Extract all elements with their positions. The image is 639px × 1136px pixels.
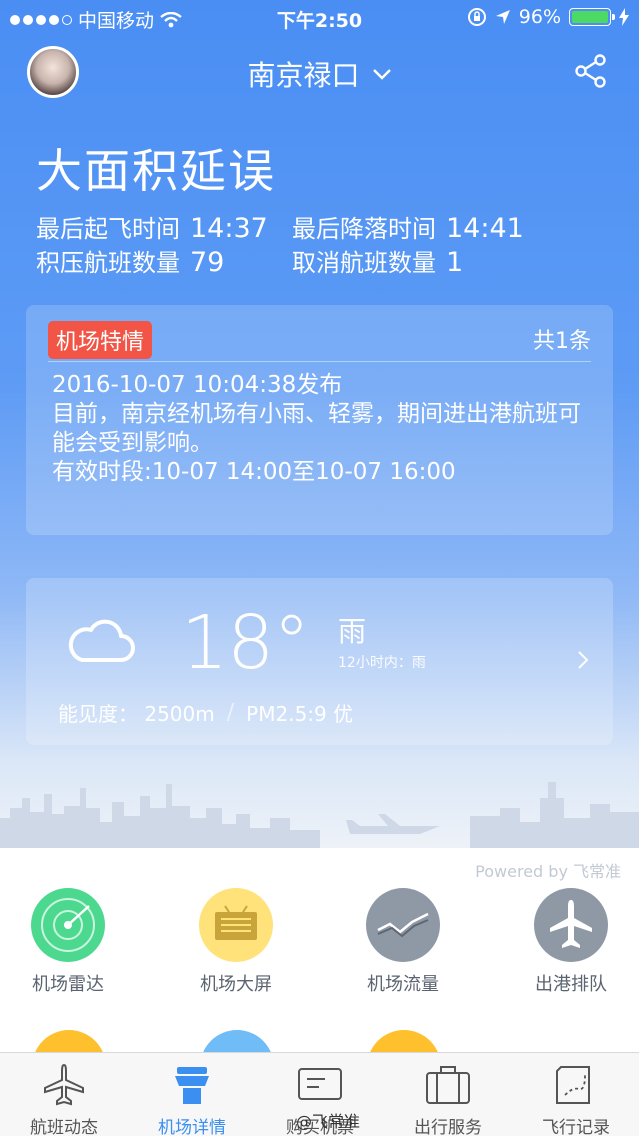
weather-card[interactable]: 18° 雨 12小时内：雨 能见度： 2500m ∕ PM2.5:9 优 — [26, 578, 613, 745]
last-landing-stat: 最后降落时间 14:41 — [292, 212, 524, 246]
chevron-right-icon — [578, 651, 589, 669]
last-takeoff-value: 14:37 — [190, 213, 268, 244]
air-quality: PM2.5:9 优 — [246, 702, 354, 726]
last-landing-value: 14:41 — [446, 213, 524, 244]
delay-status-headline: 大面积延误 — [36, 144, 276, 198]
function-airport-radar[interactable]: 机场雷达 — [8, 888, 128, 996]
tab-label: 飞行记录 — [542, 1118, 610, 1136]
watermark: @飞常准 — [296, 1112, 361, 1131]
tab-label: 出行服务 — [414, 1118, 482, 1136]
notice-count: 共1条 — [533, 329, 591, 354]
control-tower-icon — [175, 1067, 209, 1104]
charging-icon — [619, 8, 629, 26]
cancelled-stat: 取消航班数量 1 — [292, 246, 463, 280]
backlog-label: 积压航班数量 — [36, 249, 180, 277]
chevron-down-icon — [372, 69, 391, 80]
route-map-icon — [556, 1066, 590, 1104]
function-departure-queue[interactable]: 出港排队 — [511, 888, 631, 996]
function-label: 机场流量 — [367, 974, 439, 995]
suitcase-icon — [426, 1066, 470, 1104]
board-icon — [199, 888, 273, 962]
plane-queue-icon — [534, 888, 608, 962]
cancelled-label: 取消航班数量 — [292, 249, 436, 277]
powered-by-label: Powered by 飞常准 — [475, 862, 621, 881]
separator: ∕ — [226, 700, 235, 725]
temperature: 18° — [181, 600, 310, 686]
weather-forecast: 12小时内：雨 — [338, 655, 426, 671]
airport-hero: 中国移动 下午2:50 96% 南京禄口 大面积延误 最后起飞时间 14:37 … — [0, 0, 639, 848]
tab-label: 机场详情 — [158, 1118, 226, 1136]
weather-condition: 雨 — [338, 615, 367, 648]
notice-valid-period: 有效时段:10-07 14:00至10-07 16:00 — [52, 459, 456, 485]
function-label: 机场雷达 — [32, 974, 104, 995]
airport-selector[interactable]: 南京禄口 — [247, 54, 391, 94]
function-airport-board[interactable]: 机场大屏 — [176, 888, 296, 996]
notice-tag: 机场特情 — [48, 321, 153, 359]
status-bar: 中国移动 下午2:50 96% — [0, 0, 639, 36]
last-takeoff-stat: 最后起飞时间 14:37 — [36, 212, 268, 246]
cloud-icon — [68, 619, 135, 662]
notice-body: 2016-10-07 10:04:38发布 目前，南京经机场有小雨、轻雾，期间进… — [52, 371, 597, 487]
cancelled-value: 1 — [446, 247, 464, 278]
last-takeoff-label: 最后起飞时间 — [36, 215, 180, 243]
airport-functions-grid: Powered by 飞常准 机场雷达 机场大屏 机场流量 出港排队 — [0, 848, 639, 1104]
radar-icon — [31, 888, 105, 962]
tab-airport-details[interactable]: 机场详情 — [128, 1053, 256, 1136]
notice-divider — [48, 361, 591, 362]
notice-published-time: 2016-10-07 10:04:38发布 — [52, 372, 343, 398]
function-label: 机场大屏 — [200, 974, 272, 995]
city-skyline-illustration — [0, 782, 639, 848]
function-label: 出港排队 — [535, 974, 607, 995]
plane-icon — [44, 1063, 84, 1106]
last-landing-label: 最后降落时间 — [292, 215, 436, 243]
airport-notice-card[interactable]: 机场特情 共1条 2016-10-07 10:04:38发布 目前，南京经机场有… — [26, 305, 613, 535]
traffic-chart-icon — [366, 888, 440, 962]
ticket-icon — [298, 1068, 342, 1100]
battery-percent: 96% — [518, 6, 561, 28]
backlog-value: 79 — [190, 247, 225, 278]
battery-icon — [569, 8, 615, 26]
notice-content: 目前，南京经机场有小雨、轻雾，期间进出港航班可能会受到影响。 — [52, 401, 581, 456]
visibility: 能见度： 2500m — [58, 702, 215, 726]
tab-flight-status[interactable]: 航班动态 — [0, 1053, 128, 1136]
airport-name: 南京禄口 — [247, 59, 360, 92]
rotation-lock-icon — [467, 8, 486, 26]
tab-travel-services[interactable]: 出行服务 — [384, 1053, 512, 1136]
tab-label: 航班动态 — [30, 1118, 98, 1136]
tab-flight-records[interactable]: 飞行记录 — [512, 1053, 639, 1136]
location-arrow-icon — [495, 10, 510, 24]
function-airport-traffic[interactable]: 机场流量 — [343, 888, 463, 996]
backlog-stat: 积压航班数量 79 — [36, 246, 224, 280]
share-icon[interactable] — [575, 54, 607, 88]
